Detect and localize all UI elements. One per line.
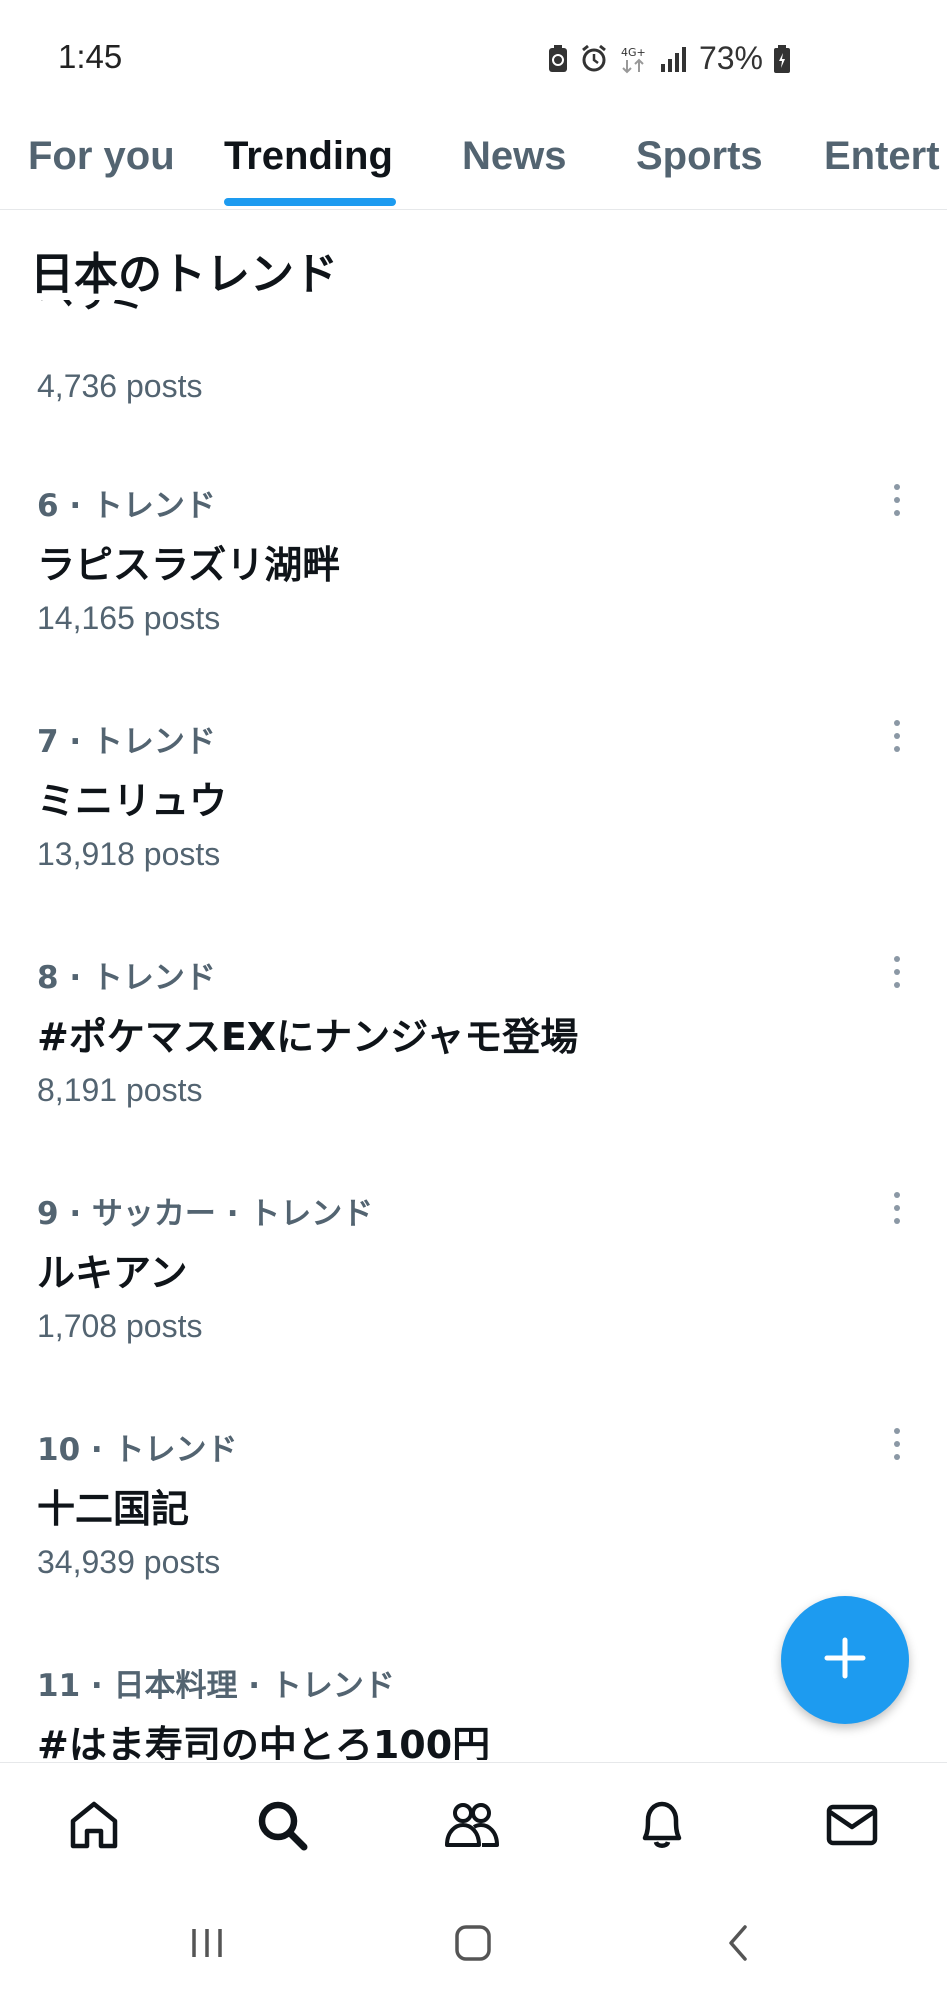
trend-post-count: 4,736 posts — [37, 368, 203, 404]
back-button[interactable] — [708, 1920, 768, 1970]
trend-name: ミニリュウ — [37, 779, 228, 823]
trend-list: ヘリミー 4,736 posts 6 · トレンド ラピスラズリ湖畔 14,16… — [0, 300, 947, 1760]
trend-meta: 10 · トレンド — [37, 1432, 238, 1468]
trend-item[interactable]: 8 · トレンド #ポケマスEXにナンジャモ登場 8,191 posts — [0, 952, 947, 1188]
trend-name: ルキアン — [37, 1251, 188, 1295]
plus-icon — [823, 1636, 867, 1684]
more-options-icon[interactable] — [887, 1188, 907, 1228]
nav-explore[interactable] — [252, 1797, 312, 1857]
tab-for-you[interactable]: For you — [28, 134, 175, 179]
mail-icon — [826, 1803, 878, 1851]
trend-meta: 7 · トレンド — [37, 724, 216, 760]
home-button[interactable] — [443, 1920, 503, 1970]
battery-icon — [773, 44, 791, 74]
trend-post-count: 1,708 posts — [37, 1308, 203, 1344]
bottom-nav — [0, 1762, 947, 1890]
tab-trending[interactable]: Trending — [224, 134, 393, 179]
home-button-icon — [453, 1923, 493, 1967]
alarm-icon — [579, 44, 609, 74]
status-time: 1:45 — [58, 38, 123, 75]
trend-name: #ポケマスEXにナンジャモ登場 — [37, 1015, 579, 1059]
more-options-icon[interactable] — [887, 952, 907, 992]
top-tab-bar: For you Trending News Sports Entert — [0, 120, 947, 210]
trend-post-count: 8,191 posts — [37, 1072, 203, 1108]
communities-icon — [444, 1799, 500, 1855]
nav-messages[interactable] — [822, 1797, 882, 1857]
recents-icon — [187, 1925, 227, 1965]
trend-meta: 6 · トレンド — [37, 488, 216, 524]
recycle-battery-icon — [547, 44, 569, 74]
nav-home[interactable] — [64, 1797, 124, 1857]
trend-item[interactable]: 9 · サッカー · トレンド ルキアン 1,708 posts — [0, 1188, 947, 1424]
signal-icon — [659, 44, 689, 74]
trend-meta: 11 · 日本料理 · トレンド — [37, 1668, 395, 1704]
system-nav-bar — [0, 1890, 947, 2000]
trend-meta: 8 · トレンド — [37, 960, 216, 996]
search-icon — [255, 1798, 309, 1856]
tab-news[interactable]: News — [462, 134, 567, 179]
nav-notifications[interactable] — [632, 1797, 692, 1857]
more-options-icon[interactable] — [887, 716, 907, 756]
nav-communities[interactable] — [442, 1797, 502, 1857]
bell-icon — [636, 1798, 688, 1856]
trend-post-count: 14,165 posts — [37, 600, 221, 636]
trend-name: #はま寿司の中とろ100円 — [37, 1723, 491, 1760]
trend-item[interactable]: 6 · トレンド ラピスラズリ湖畔 14,165 posts — [0, 480, 947, 716]
home-icon — [68, 1799, 120, 1855]
section-title: 日本のトレンド — [30, 249, 338, 300]
trend-post-count: 13,918 posts — [37, 836, 221, 872]
status-bar: 1:45 4G+ 73% — [0, 0, 947, 120]
trend-meta: 9 · サッカー · トレンド — [37, 1196, 374, 1232]
trend-name: ヘリミー — [37, 300, 181, 318]
network-type-icon: 4G+ — [619, 44, 649, 74]
battery-percent: 73% — [698, 40, 763, 76]
recents-button[interactable] — [177, 1920, 237, 1970]
trend-name: 十二国記 — [37, 1487, 190, 1531]
compose-button[interactable] — [781, 1596, 909, 1724]
more-options-icon[interactable] — [887, 1424, 907, 1464]
trend-item[interactable]: 7 · トレンド ミニリュウ 13,918 posts — [0, 716, 947, 952]
active-tab-indicator — [224, 198, 396, 206]
back-icon — [723, 1923, 753, 1967]
trend-post-count: 34,939 posts — [37, 1544, 221, 1580]
svg-text:4G+: 4G+ — [621, 46, 646, 59]
trend-name: ラピスラズリ湖畔 — [37, 543, 341, 587]
status-icons: 4G+ 73% — [547, 40, 791, 77]
more-options-icon[interactable] — [887, 480, 907, 520]
tab-sports[interactable]: Sports — [636, 134, 763, 179]
tab-entertainment[interactable]: Entert — [824, 134, 940, 179]
